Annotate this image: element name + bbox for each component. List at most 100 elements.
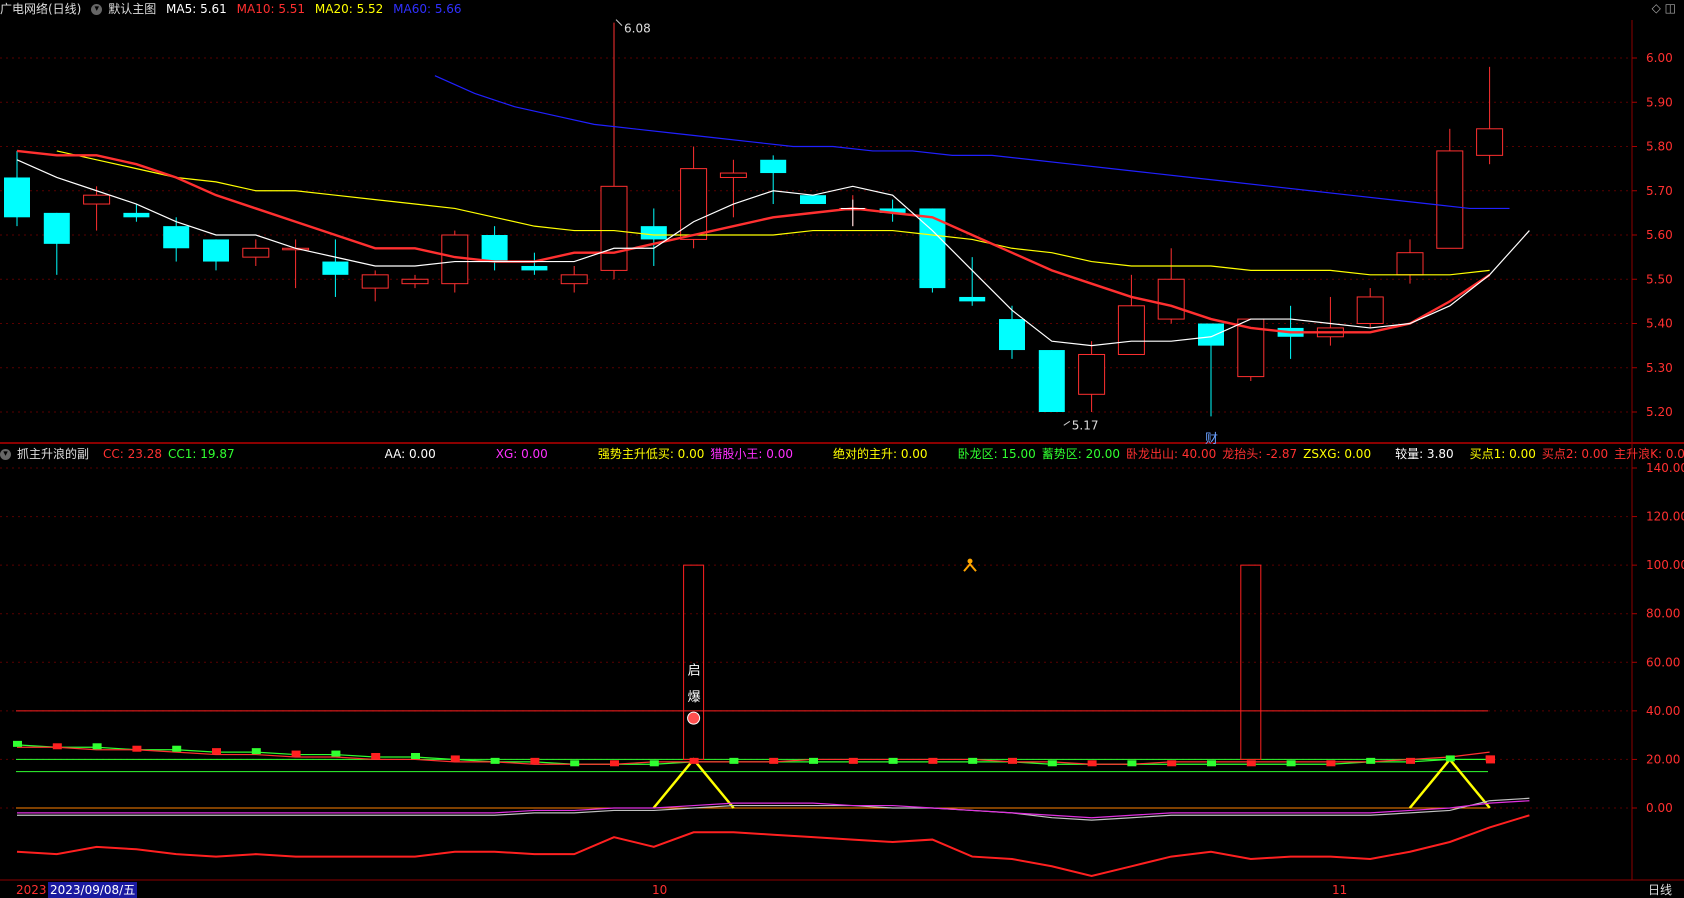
cc-marker: [769, 757, 779, 764]
month-oct-label: 10: [652, 883, 668, 897]
candle-body: [640, 226, 667, 240]
candle-body: [1436, 150, 1464, 249]
cc-marker: [689, 757, 699, 764]
y-tick-label: 6.00: [1646, 51, 1673, 65]
cursor-date: 2023/09/08/五: [48, 882, 138, 898]
signal-label-qi: 启: [688, 663, 701, 678]
candle-body: [203, 239, 229, 262]
candle-body: [242, 247, 270, 258]
cc-marker: [92, 743, 102, 750]
cc-marker: [530, 757, 540, 764]
cc-marker: [490, 757, 500, 764]
low-annotation: 5.17: [1072, 418, 1099, 432]
candle-body: [123, 212, 150, 218]
candle-body: [1198, 323, 1224, 346]
y-tick-label: 100.00: [1646, 558, 1684, 572]
cc-marker: [1047, 760, 1057, 767]
candle-body: [401, 278, 429, 285]
ma60-line: [434, 75, 1510, 210]
end-marker: [1486, 755, 1495, 764]
cc-marker: [251, 748, 261, 755]
candle-body: [1356, 296, 1384, 325]
cc-marker: [172, 745, 182, 752]
cc-marker: [331, 750, 341, 757]
cc-marker: [928, 757, 938, 764]
cc-marker: [411, 753, 420, 759]
finance-marker: 财: [1205, 432, 1218, 447]
candle-body: [163, 226, 190, 249]
y-tick-label: 20.00: [1646, 752, 1680, 766]
cc-marker: [729, 757, 739, 764]
y-tick-label: 0.00: [1646, 801, 1673, 815]
cc-marker: [968, 757, 978, 764]
y-tick-label: 5.60: [1646, 228, 1673, 242]
y-tick-label: 5.30: [1646, 361, 1673, 375]
cc-marker: [1207, 760, 1216, 767]
cc-marker: [809, 757, 818, 764]
candle-body: [959, 296, 986, 302]
red-low-line: [16, 814, 1530, 878]
candle-body: [1038, 350, 1065, 412]
candle-body: [999, 319, 1025, 351]
candle-body: [1117, 305, 1145, 355]
candle-body: [800, 195, 826, 205]
candle-body: [521, 265, 548, 271]
cc-marker: [888, 757, 898, 764]
candle-body: [1078, 353, 1106, 395]
y-tick-label: 60.00: [1646, 655, 1680, 669]
candle-body: [680, 168, 708, 240]
cc-marker: [610, 760, 619, 767]
ma10-line: [16, 149, 1491, 334]
candle-body: [1396, 252, 1424, 276]
cc-marker: [1246, 760, 1256, 767]
date-axis-bar: 2023 2023/09/08/五 10 11 日线: [0, 882, 1684, 898]
white-line: [17, 797, 1530, 821]
cc-marker: [1008, 757, 1017, 764]
y-tick-label: 5.80: [1646, 140, 1673, 154]
y-tick-label: 5.90: [1646, 95, 1673, 109]
cc-marker: [371, 753, 381, 759]
chart-canvas[interactable]: 6.00 5.90 5.80 5.70 5.60 5.50 5.40 5.30 5.20 140.…: [0, 0, 1684, 898]
cc-marker: [1406, 757, 1415, 764]
cc-marker: [450, 755, 460, 762]
spike-bar: [683, 564, 705, 760]
candle-body: [600, 185, 628, 271]
candle-body: [83, 194, 111, 205]
month-nov-label: 11: [1332, 883, 1348, 897]
cc-marker: [1087, 760, 1097, 767]
y-tick-label: 140.00: [1646, 461, 1684, 475]
candle-body: [1157, 278, 1185, 320]
candle-body: [481, 235, 508, 262]
cc-marker: [1286, 760, 1296, 767]
y-tick-label: 5.40: [1646, 317, 1673, 331]
bomb-icon: [687, 711, 701, 725]
candle-body: [4, 177, 30, 218]
cc-marker: [13, 740, 22, 747]
year-label: 2023: [16, 883, 47, 897]
candle-body: [1476, 128, 1504, 156]
y-tick-label: 80.00: [1646, 607, 1680, 621]
y-tick-label: 5.70: [1646, 184, 1673, 198]
runner-icon-body: [963, 562, 977, 572]
cc-line: [17, 746, 1490, 765]
y-tick-label: 5.50: [1646, 272, 1673, 286]
candle-body: [43, 212, 70, 244]
signal-label-bao: 爆: [688, 690, 701, 705]
candle-body: [760, 159, 787, 174]
candle-body: [560, 274, 588, 285]
cc-marker: [1127, 760, 1137, 767]
period-label[interactable]: 日线: [1648, 882, 1672, 898]
y-tick-label: 120.00: [1646, 510, 1684, 524]
y-tick-label: 5.20: [1646, 405, 1673, 419]
signal-triangle: [1408, 757, 1491, 809]
signal-triangle: [652, 757, 735, 809]
cc-marker: [132, 745, 142, 752]
cc-marker: [649, 760, 659, 767]
low-arrow: [1063, 420, 1071, 426]
candle-body: [361, 274, 389, 289]
high-annotation: 6.08: [624, 22, 651, 36]
cc-marker: [1326, 760, 1336, 767]
cc-marker: [570, 760, 580, 767]
cc-marker: [848, 757, 858, 764]
cc-marker: [1445, 755, 1455, 762]
